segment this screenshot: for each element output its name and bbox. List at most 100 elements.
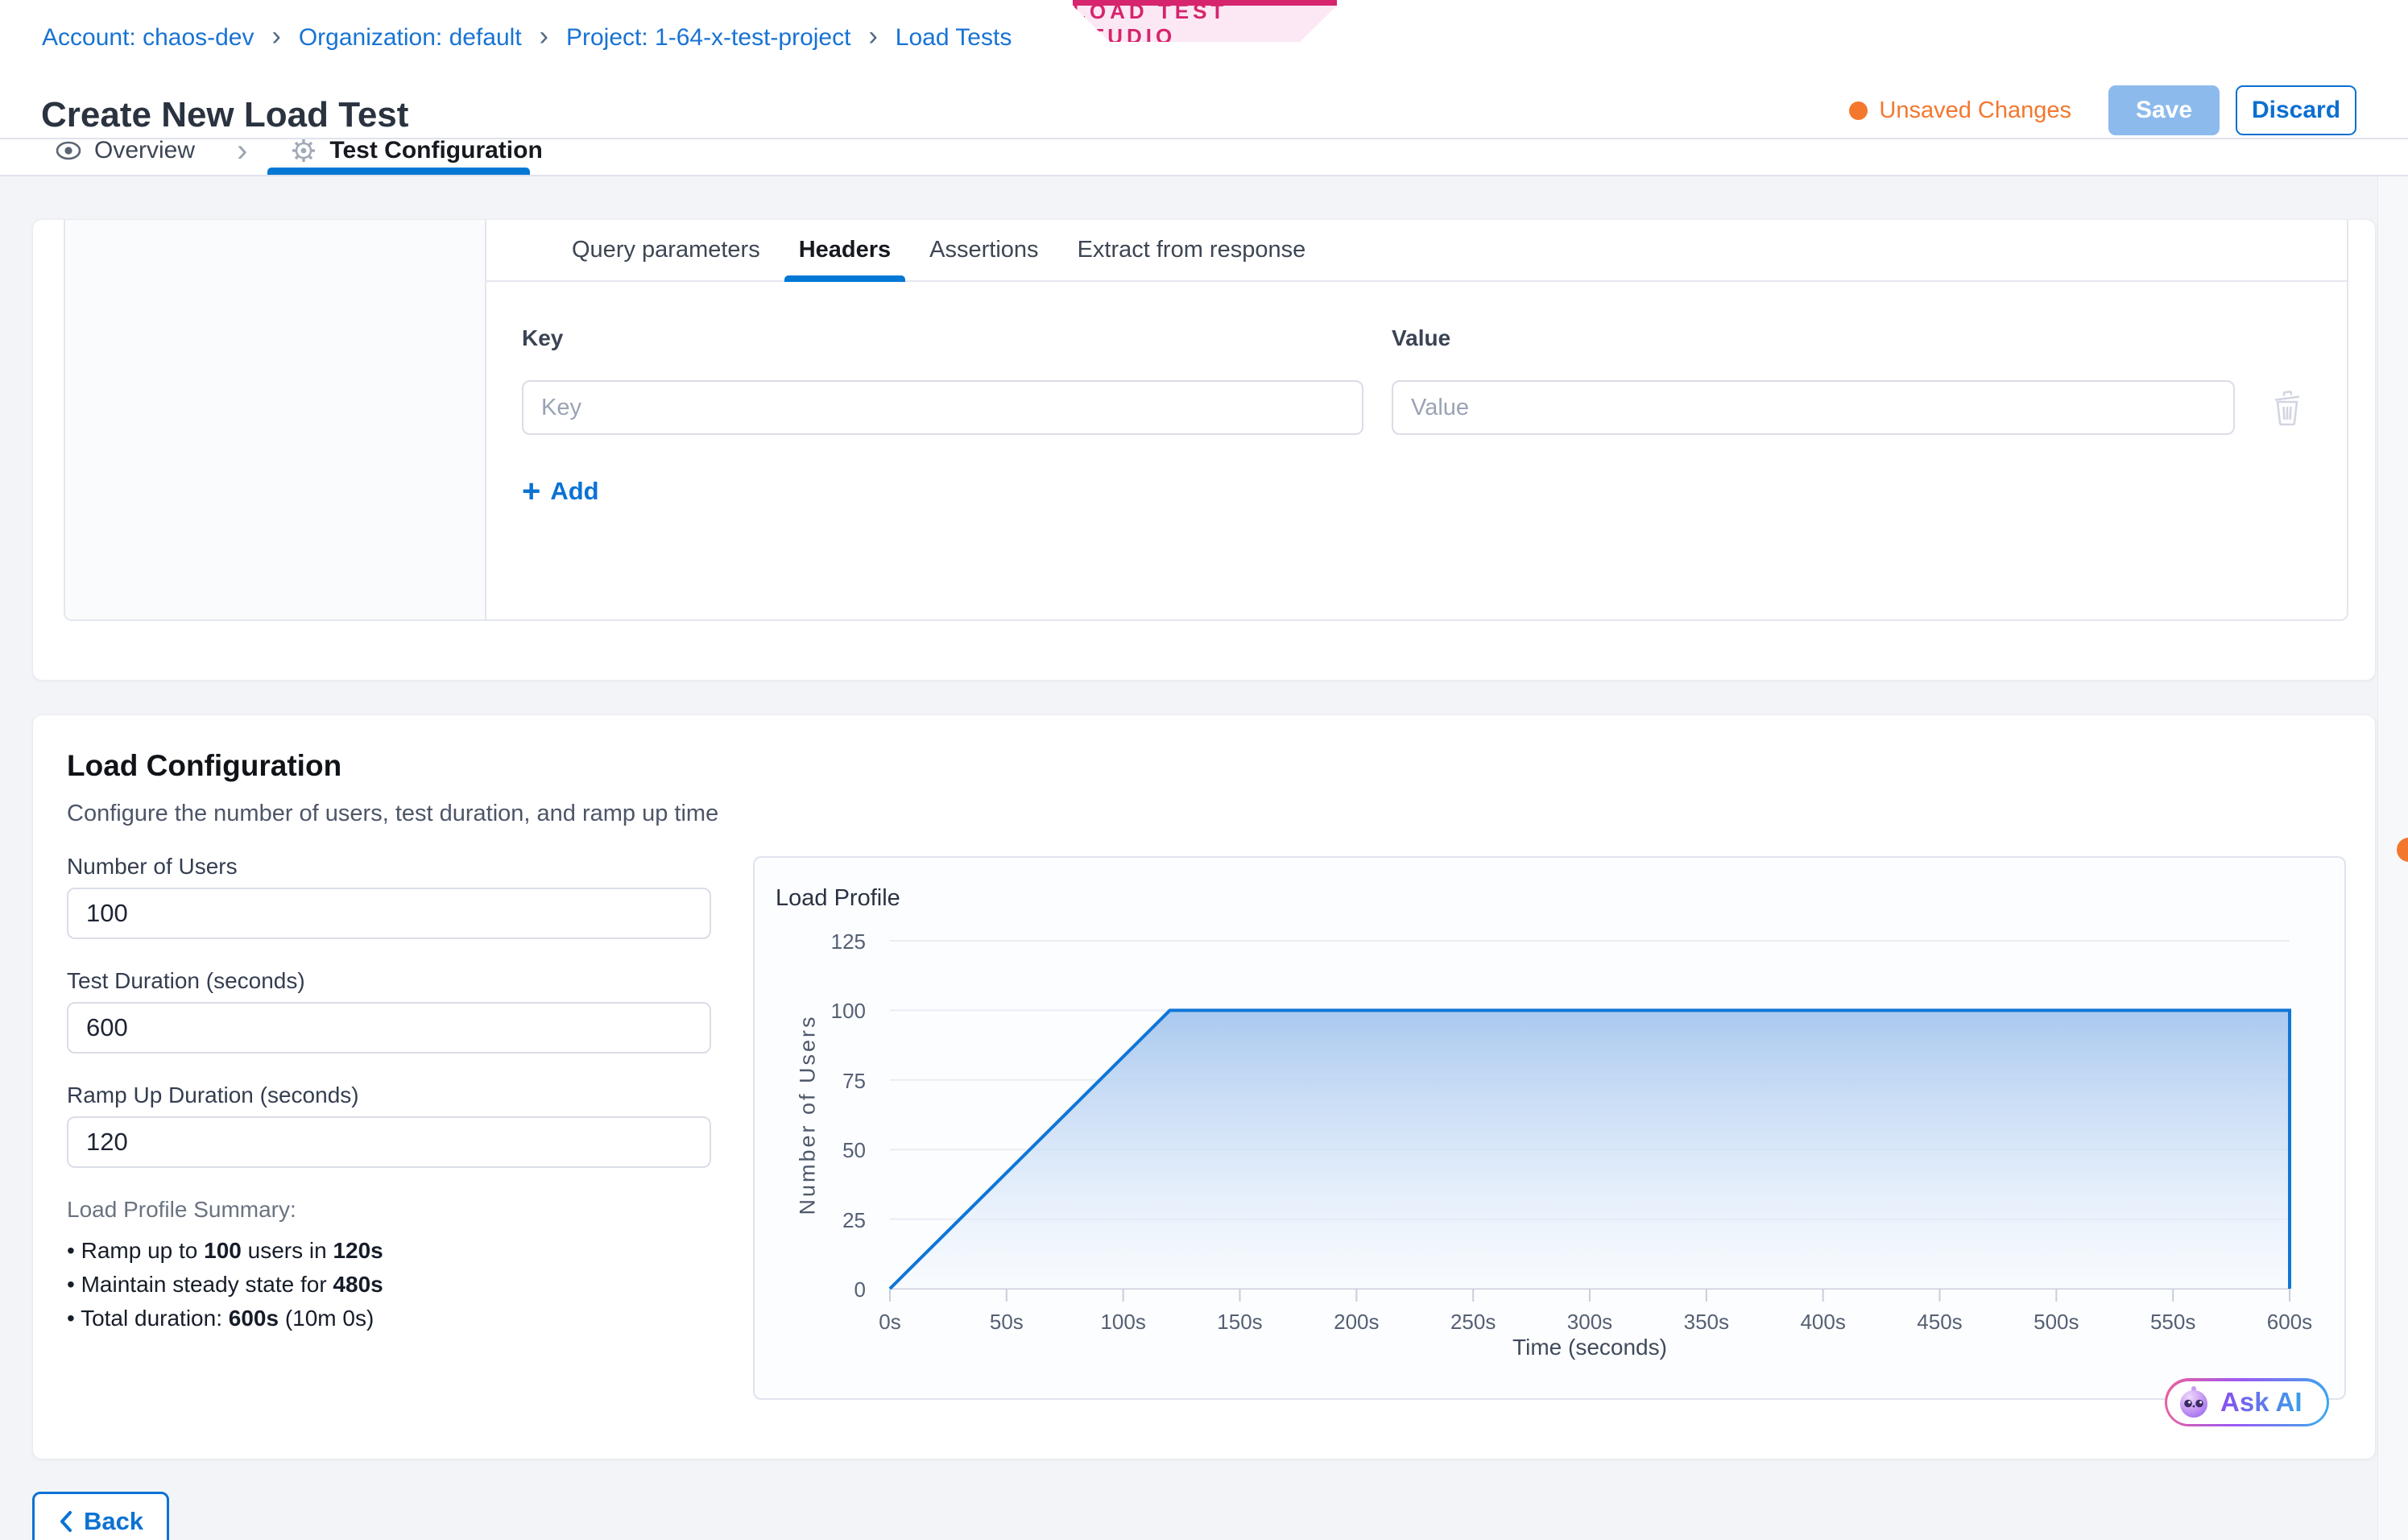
back-button[interactable]: Back [32, 1492, 169, 1540]
x-tick-label: 150s [1217, 1310, 1262, 1335]
x-tick-label: 50s [990, 1310, 1024, 1335]
page: Account: chaos-dev › Organization: defau… [0, 0, 2408, 1540]
value-column-label: Value [1392, 325, 2235, 351]
tab-label: Query parameters [572, 237, 760, 263]
trash-icon [2269, 389, 2305, 426]
load-profile-summary-title: Load Profile Summary: [67, 1197, 711, 1223]
x-tick-label: 250s [1450, 1310, 1496, 1335]
tab-label: Assertions [929, 237, 1038, 263]
delete-row-button[interactable] [2263, 383, 2311, 432]
x-tick-label: 400s [1800, 1310, 1845, 1335]
summary-item: • Ramp up to 100 users in 120s [67, 1234, 711, 1268]
gear-icon [289, 139, 318, 165]
tab-underline [784, 275, 905, 282]
header-actions: Unsaved Changes Save Discard [1849, 85, 2356, 135]
unsaved-changes-indicator: Unsaved Changes [1849, 97, 2071, 124]
add-label: Add [550, 477, 598, 506]
y-tick-label: 100 [777, 999, 866, 1024]
y-tick-label: 50 [777, 1138, 866, 1163]
tab-label: Headers [799, 237, 891, 263]
save-button[interactable]: Save [2108, 85, 2220, 135]
x-tick-label: 0s [879, 1310, 900, 1335]
key-input[interactable] [522, 380, 1363, 435]
load-profile-summary-list: • Ramp up to 100 users in 120s• Maintain… [67, 1234, 711, 1335]
ask-ai-inner: Ask AI [2167, 1381, 2326, 1424]
unsaved-dot-icon [1849, 101, 1868, 120]
tab-label: Extract from response [1078, 237, 1306, 263]
breadcrumb-separator: › [540, 23, 548, 53]
tab-extract-from-response[interactable]: Extract from response [1063, 220, 1321, 280]
step-chevron-icon: › [237, 139, 247, 169]
value-input[interactable] [1392, 380, 2235, 435]
test-duration-input[interactable] [67, 1002, 711, 1054]
request-sidebar [65, 220, 486, 619]
load-config-fields: Number of Users Test Duration (seconds) … [67, 854, 711, 1335]
breadcrumb-item-project[interactable]: Project: 1-64-x-test-project [566, 24, 850, 52]
summary-item: • Maintain steady state for 480s [67, 1268, 711, 1302]
field-group: Number of Users [67, 854, 711, 939]
number-of-users-input[interactable] [67, 888, 711, 939]
studio-badge-bar [1073, 0, 1337, 6]
tab-assertions[interactable]: Assertions [915, 220, 1053, 280]
chart-svg [890, 941, 2290, 1305]
breadcrumb-separator: › [868, 23, 877, 53]
number-of-users-label: Number of Users [67, 854, 711, 880]
key-column-label: Key [522, 325, 1363, 351]
unsaved-label: Unsaved Changes [1879, 97, 2071, 124]
x-tick-label: 450s [1917, 1310, 1962, 1335]
ask-ai-button[interactable]: Ask AI [2165, 1378, 2329, 1426]
step-overview[interactable]: Overview [54, 139, 195, 165]
y-tick-label: 75 [777, 1069, 866, 1094]
x-tick-label: 300s [1567, 1310, 1612, 1335]
chart-x-axis-title: Time (seconds) [1512, 1335, 1667, 1360]
breadcrumb: Account: chaos-dev › Organization: defau… [42, 23, 1012, 53]
field-group: Ramp Up Duration (seconds) [67, 1083, 711, 1168]
y-tick-label: 0 [777, 1277, 866, 1302]
x-tick-label: 350s [1684, 1310, 1729, 1335]
x-tick-label: 500s [2034, 1310, 2079, 1335]
ramp-up-duration-input[interactable] [67, 1116, 711, 1168]
load-profile-panel: Load Profile Number of Users Time (secon… [753, 856, 2346, 1400]
tab-query-parameters[interactable]: Query parameters [557, 220, 775, 280]
load-config-title: Load Configuration [67, 749, 341, 783]
breadcrumb-item-load-tests[interactable]: Load Tests [896, 24, 1012, 52]
studio-badge-ribbon: LOAD TEST STUDIO [1073, 6, 1337, 42]
robot-icon [2177, 1385, 2211, 1419]
summary-item: • Total duration: 600s (10m 0s) [67, 1302, 711, 1335]
x-tick-label: 100s [1100, 1310, 1145, 1335]
step-overview-label: Overview [94, 139, 195, 164]
field-group: Test Duration (seconds) [67, 968, 711, 1054]
request-config-card: Query parameters Headers Assertions Extr… [32, 219, 2376, 681]
active-step-indicator [267, 168, 530, 175]
step-test-configuration-label: Test Configuration [329, 139, 542, 164]
discard-button[interactable]: Discard [2236, 85, 2356, 135]
breadcrumb-separator: › [271, 23, 280, 53]
chart-y-axis-title: Number of Users [796, 1014, 821, 1215]
chart-title: Load Profile [776, 885, 900, 912]
tab-headers[interactable]: Headers [784, 220, 905, 280]
request-tabs-region: Query parameters Headers Assertions Extr… [486, 220, 2347, 619]
step-test-configuration[interactable]: Test Configuration [289, 139, 542, 165]
kv-form: Key Value [522, 325, 2347, 507]
x-tick-label: 600s [2267, 1310, 2312, 1335]
y-tick-label: 25 [777, 1208, 866, 1233]
x-tick-label: 550s [2150, 1310, 2195, 1335]
breadcrumb-item-organization[interactable]: Organization: default [299, 24, 522, 52]
load-config-card: Load Configuration Configure the number … [32, 714, 2376, 1459]
studio-badge: LOAD TEST STUDIO [1073, 0, 1337, 42]
breadcrumb-item-account[interactable]: Account: chaos-dev [42, 24, 254, 52]
request-tabpanel: Query parameters Headers Assertions Extr… [64, 220, 2348, 621]
studio-badge-label: LOAD TEST STUDIO [1073, 0, 1337, 49]
test-duration-label: Test Duration (seconds) [67, 968, 711, 994]
page-title: Create New Load Test [41, 95, 408, 135]
x-tick-label: 200s [1334, 1310, 1379, 1335]
steps-bar: Overview › Test Configuration [0, 139, 2408, 176]
y-tick-label: 125 [777, 929, 866, 954]
plus-icon: + [522, 475, 540, 507]
eye-icon [54, 139, 83, 165]
ramp-up-duration-label: Ramp Up Duration (seconds) [67, 1083, 711, 1108]
chevron-left-icon [58, 1510, 74, 1533]
area-series [890, 1010, 2290, 1289]
app-header: Account: chaos-dev › Organization: defau… [0, 0, 2408, 139]
add-button[interactable]: + Add [522, 475, 1363, 507]
